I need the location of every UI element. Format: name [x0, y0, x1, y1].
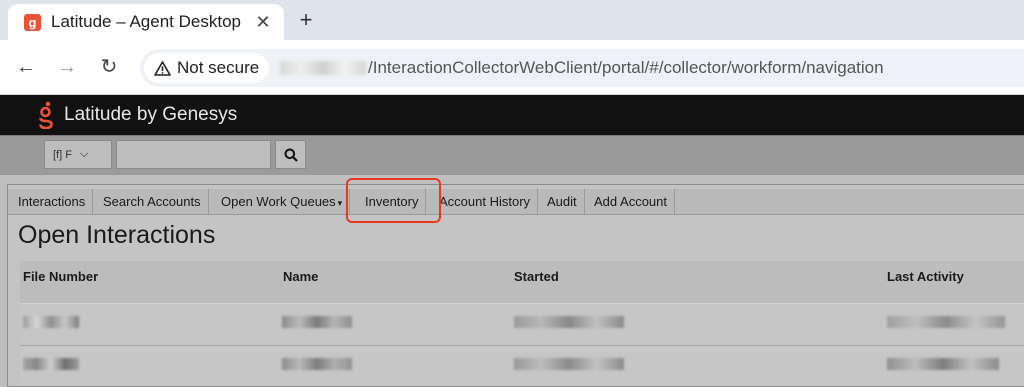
cell-file-number-redacted: [23, 358, 79, 370]
security-label: Not secure: [177, 58, 260, 77]
cell-last-activity-redacted: [887, 358, 999, 370]
header-spacer: [0, 175, 1024, 184]
search-scope-value: [f] F: [53, 148, 72, 161]
menu-open-work-queues-label: Open Work Queues: [221, 194, 336, 209]
main-panel: Interactions Search Accounts Open Work Q…: [7, 178, 1024, 387]
inventory-highlight: [346, 178, 441, 223]
interactions-table-header: File Number Name Started Last Activity: [20, 261, 1024, 303]
chevron-down-icon: ⌵: [79, 148, 89, 160]
browser-toolbar: ← → ↻ Not secure /InteractionCollectorWe…: [0, 40, 1024, 95]
caret-down-icon: ▾: [337, 198, 343, 208]
security-chip[interactable]: Not secure: [144, 53, 270, 83]
menu-audit[interactable]: Audit: [540, 189, 585, 215]
genesys-logo-icon: [39, 101, 53, 129]
app-header: Latitude by Genesys: [0, 95, 1024, 135]
forward-arrow-icon[interactable]: →: [54, 54, 80, 80]
url-host-redacted: [280, 61, 366, 75]
cell-started-redacted: [514, 358, 624, 370]
menu-account-history[interactable]: Account History: [432, 189, 539, 215]
back-arrow-icon[interactable]: ←: [13, 54, 39, 80]
search-scope-select[interactable]: [f] F ⌵: [44, 140, 112, 169]
table-row[interactable]: [20, 303, 1024, 343]
menu-interactions[interactable]: Interactions: [11, 189, 94, 215]
menu-search-accounts[interactable]: Search Accounts: [96, 189, 209, 215]
page-title: Open Interactions: [18, 221, 216, 249]
url-path: /InteractionCollectorWebClient/portal/#/…: [368, 58, 884, 77]
reload-icon[interactable]: ↻: [96, 54, 122, 80]
column-last-activity[interactable]: Last Activity: [887, 269, 964, 284]
column-name[interactable]: Name: [283, 269, 318, 284]
latitude-favicon: g: [24, 13, 41, 31]
app-search-toolbar: [f] F ⌵: [0, 135, 1024, 175]
browser-tab[interactable]: g Latitude – Agent Desktop ✕: [8, 4, 284, 40]
close-icon[interactable]: ✕: [252, 12, 274, 33]
cell-name-redacted: [282, 316, 352, 328]
cell-started-redacted: [514, 316, 624, 328]
plus-icon[interactable]: +: [294, 6, 318, 34]
address-bar[interactable]: Not secure /InteractionCollectorWebClien…: [140, 49, 1024, 87]
browser-tab-strip: g Latitude – Agent Desktop ✕ +: [0, 0, 1024, 40]
column-started[interactable]: Started: [514, 269, 559, 284]
column-file-number[interactable]: File Number: [23, 269, 98, 284]
table-row[interactable]: [20, 345, 1024, 385]
cell-file-number-redacted: [23, 316, 79, 328]
warning-icon: [154, 60, 171, 76]
search-icon: [284, 148, 298, 162]
app-brand-title: Latitude by Genesys: [64, 104, 238, 125]
cell-name-redacted: [282, 358, 352, 370]
main-menu: Interactions Search Accounts Open Work Q…: [8, 189, 1024, 215]
search-button[interactable]: [275, 140, 306, 169]
tab-title: Latitude – Agent Desktop: [51, 12, 241, 31]
menu-open-work-queues[interactable]: Open Work Queues ▾: [214, 189, 351, 215]
menu-add-account[interactable]: Add Account: [587, 189, 675, 215]
cell-last-activity-redacted: [887, 316, 1005, 328]
search-input[interactable]: [116, 140, 271, 169]
